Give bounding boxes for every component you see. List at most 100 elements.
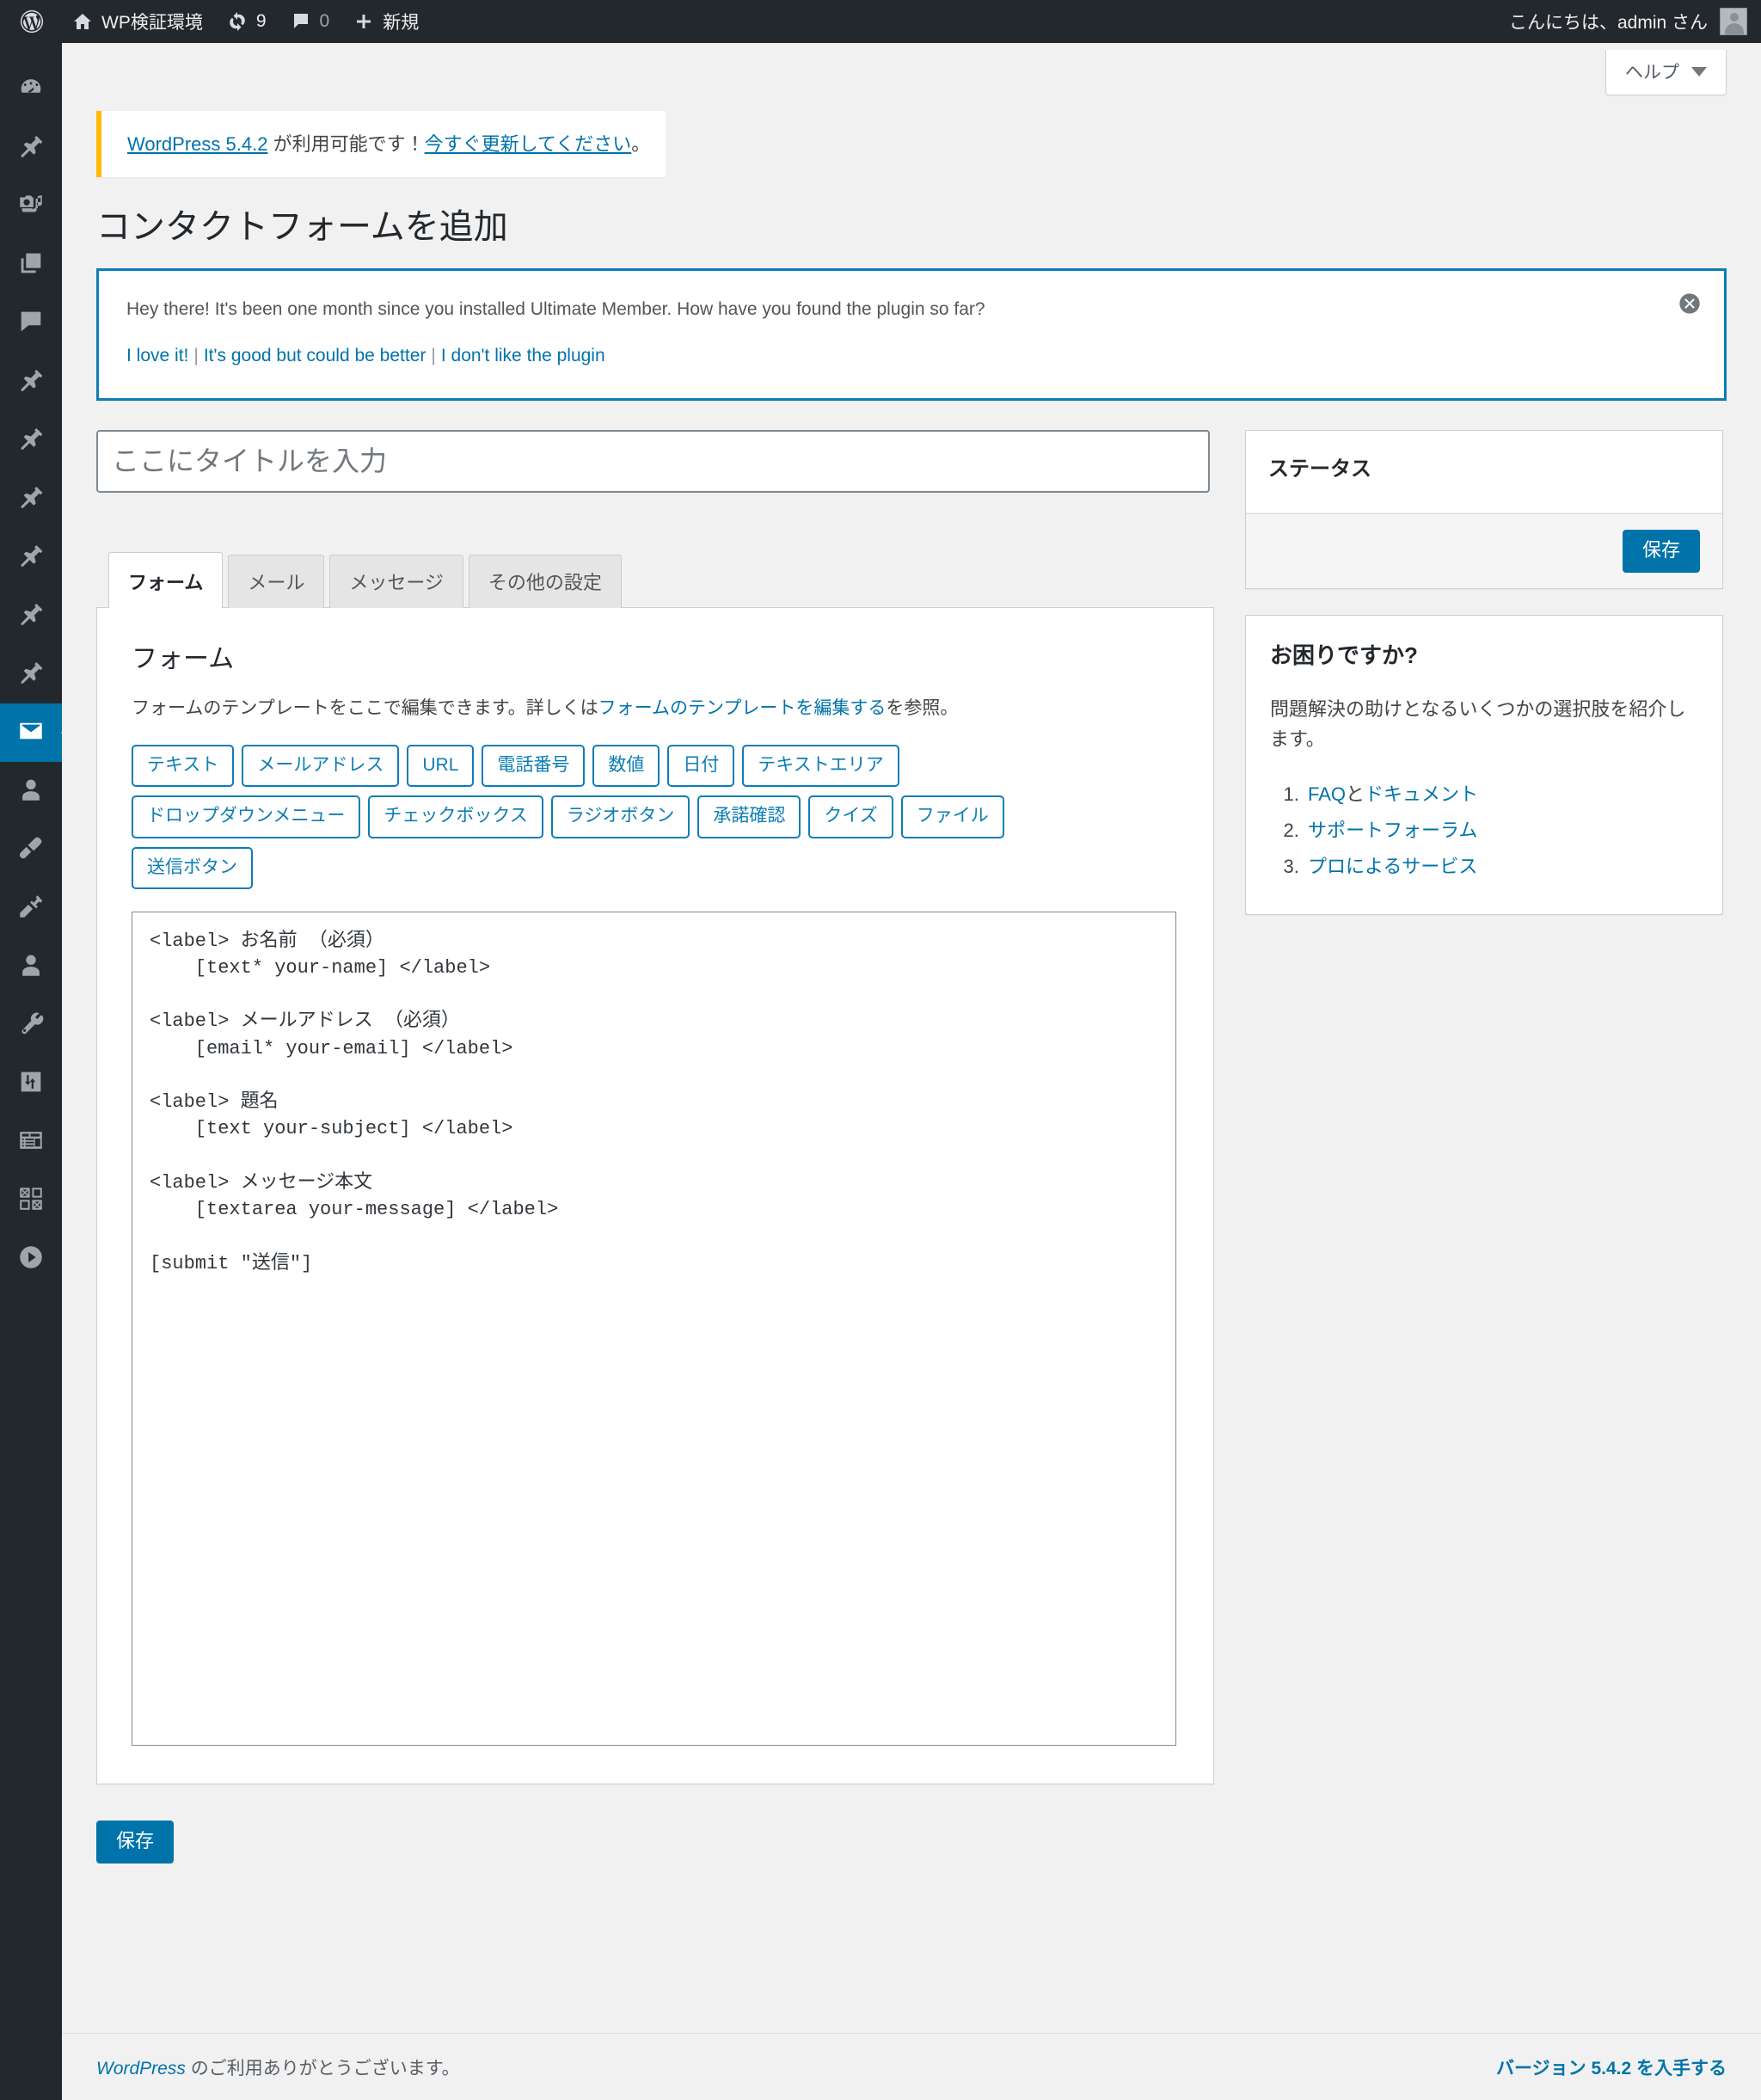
updates-link[interactable]: 9 xyxy=(215,0,279,43)
tab-mail[interactable]: メール xyxy=(228,554,325,608)
um-option-dislike-link[interactable]: I don't like the plugin xyxy=(441,346,605,365)
update-notice: WordPress 5.4.2 が利用可能です！今すぐ更新してください。 xyxy=(96,111,666,177)
tag-button-textarea[interactable]: テキストエリア xyxy=(742,745,899,788)
sidebar-item-grid[interactable] xyxy=(0,1171,62,1230)
pages-stack-icon xyxy=(16,249,46,282)
sidebar-item-tools[interactable] xyxy=(0,996,62,1054)
sidebar-item-plugins[interactable] xyxy=(0,879,62,937)
screen-meta-links: ヘルプ xyxy=(96,43,1727,95)
update-notice-middle: が利用可能です！ xyxy=(267,133,425,155)
help-metabox-title: お困りですか? xyxy=(1270,642,1418,668)
help-list-item-2: サポートフォーラム xyxy=(1304,813,1698,849)
tag-button-text[interactable]: テキスト xyxy=(132,745,235,788)
tag-row-2: ドロップダウンメニュー チェックボックス ラジオボタン 承諾確認 クイズ ファイ… xyxy=(132,795,1179,838)
sidebar-item-members[interactable] xyxy=(0,762,62,820)
um-option-better-link[interactable]: It's good but could be better xyxy=(204,346,426,365)
status-metabox: ステータス 保存 xyxy=(1245,429,1723,589)
um-notice-message: Hey there! It's been one month since you… xyxy=(126,299,985,319)
sidebar-item-posts[interactable] xyxy=(0,119,62,177)
sidebar-item-appearance[interactable] xyxy=(0,820,62,879)
form-template-doc-link[interactable]: フォームのテンプレートを編集する xyxy=(598,698,887,718)
envelope-icon xyxy=(16,716,46,750)
comment-bubble-icon xyxy=(16,307,46,341)
tag-button-radio[interactable]: ラジオボタン xyxy=(550,795,690,838)
footer-version: バージョン 5.4.2 を入手する xyxy=(1496,2054,1727,2080)
tag-button-email[interactable]: メールアドレス xyxy=(242,745,400,788)
footer-thanks: WordPress のご利用ありがとうございます。 xyxy=(96,2054,460,2080)
help-list-item-1: FAQとドキュメント xyxy=(1304,777,1698,813)
footer-get-version-link[interactable]: バージョン 5.4.2 を入手する xyxy=(1496,2059,1727,2079)
form-editor-panel: フォーム フォームのテンプレートをここで編集できます。詳しくはフォームのテンプレ… xyxy=(96,606,1214,1784)
site-name-label: WP検証環境 xyxy=(101,13,203,33)
form-table-icon xyxy=(16,1126,46,1159)
help-link-pro-services[interactable]: プロによるサービス xyxy=(1308,856,1477,877)
wordpress-logo-icon xyxy=(19,9,45,34)
help-item1-middle: と xyxy=(1346,783,1365,806)
update-now-link[interactable]: 今すぐ更新してください xyxy=(425,133,632,155)
sidebar-item-custom-4[interactable] xyxy=(0,528,62,586)
help-metabox: お困りですか? 問題解決の助けとなるいくつかの選択肢を紹介します。 FAQとドキ… xyxy=(1245,614,1723,915)
sidebar-item-settings[interactable] xyxy=(0,1054,62,1113)
form-template-textarea[interactable]: <label> お名前 （必須） [text* your-name] </lab… xyxy=(132,911,1176,1746)
tag-button-number[interactable]: 数値 xyxy=(592,745,660,788)
new-content-link[interactable]: 新規 xyxy=(341,0,431,43)
greeting-label: こんにちは、admin さん xyxy=(1508,13,1708,33)
tag-button-tel[interactable]: 電話番号 xyxy=(482,745,586,788)
sidebar-item-custom-5[interactable] xyxy=(0,586,62,645)
sidebar-item-media[interactable] xyxy=(0,177,62,236)
help-toggle-button[interactable]: ヘルプ xyxy=(1605,50,1727,95)
sidebar-item-pages[interactable] xyxy=(0,236,62,294)
tag-button-url[interactable]: URL xyxy=(407,745,475,788)
help-link-docs[interactable]: ドキュメント xyxy=(1365,783,1478,805)
title-input[interactable] xyxy=(96,429,1210,493)
sidebar-item-forms[interactable] xyxy=(0,1113,62,1171)
tab-additional-settings[interactable]: その他の設定 xyxy=(468,554,622,608)
sidebar-item-contact[interactable] xyxy=(0,703,62,762)
site-name-link[interactable]: WP検証環境 xyxy=(60,0,215,43)
tag-row-1: テキスト メールアドレス URL 電話番号 数値 日付 テキストエリア xyxy=(132,745,1179,788)
sidebar-item-collapse[interactable] xyxy=(0,1230,62,1288)
sliders-icon xyxy=(16,1067,46,1101)
tab-form[interactable]: フォーム xyxy=(108,551,224,608)
sidebar-item-dashboard[interactable] xyxy=(0,60,62,119)
help-link-faq[interactable]: FAQ xyxy=(1308,783,1346,805)
pin-icon xyxy=(16,424,46,457)
sidebar-item-custom-3[interactable] xyxy=(0,470,62,528)
tag-button-checkbox[interactable]: チェックボックス xyxy=(368,795,543,838)
form-desc-suffix: を参照。 xyxy=(886,697,959,718)
wordpress-logo-button[interactable] xyxy=(0,0,60,43)
dismiss-circle-x-icon[interactable] xyxy=(1678,292,1702,327)
post-body: フォーム メール メッセージ その他の設定 フォーム フォームのテンプレートをこ… xyxy=(96,429,1727,1864)
save-button-bottom[interactable]: 保存 xyxy=(96,1820,175,1864)
footer-wordpress-link[interactable]: WordPress xyxy=(96,2059,186,2079)
sidebar-item-users[interactable] xyxy=(0,937,62,996)
tag-button-file[interactable]: ファイル xyxy=(900,795,1004,838)
tab-messages[interactable]: メッセージ xyxy=(329,554,463,608)
user-icon xyxy=(16,950,46,984)
help-metabox-intro: 問題解決の助けとなるいくつかの選択肢を紹介します。 xyxy=(1270,697,1686,751)
comments-count: 0 xyxy=(319,11,330,31)
tag-button-date[interactable]: 日付 xyxy=(667,745,735,788)
tag-button-acceptance[interactable]: 承諾確認 xyxy=(697,795,801,838)
comments-link[interactable]: 0 xyxy=(279,0,342,43)
contact-form-editor-tabs: フォーム メール メッセージ その他の設定 xyxy=(96,551,1214,608)
sidebar-item-custom-1[interactable] xyxy=(0,353,62,411)
tag-button-submit[interactable]: 送信ボタン xyxy=(132,846,253,889)
sidebar-item-comments[interactable] xyxy=(0,294,62,353)
admin-bar-account[interactable]: こんにちは、admin さん xyxy=(1509,8,1761,35)
tag-button-quiz[interactable]: クイズ xyxy=(808,795,893,838)
admin-footer: WordPress のご利用ありがとうございます。 バージョン 5.4.2 を入… xyxy=(62,2033,1761,2100)
tag-button-dropdown[interactable]: ドロップダウンメニュー xyxy=(132,795,361,838)
admin-sidebar-menu xyxy=(0,43,62,2100)
sidebar-item-custom-2[interactable] xyxy=(0,411,62,470)
update-version-link[interactable]: WordPress 5.4.2 xyxy=(127,133,267,155)
help-toggle-label: ヘルプ xyxy=(1625,63,1679,83)
um-option-love-link[interactable]: I love it! xyxy=(126,346,188,365)
save-button-sidebar[interactable]: 保存 xyxy=(1622,529,1700,573)
pin-icon xyxy=(16,658,46,691)
pin-icon xyxy=(16,365,46,399)
sidebar-item-custom-6[interactable] xyxy=(0,645,62,703)
help-link-support-forum[interactable]: サポートフォーラム xyxy=(1308,820,1477,841)
tag-row-3: 送信ボタン xyxy=(132,846,1179,889)
tag-generator-buttons: テキスト メールアドレス URL 電話番号 数値 日付 テキストエリア ドロップ… xyxy=(132,745,1179,889)
